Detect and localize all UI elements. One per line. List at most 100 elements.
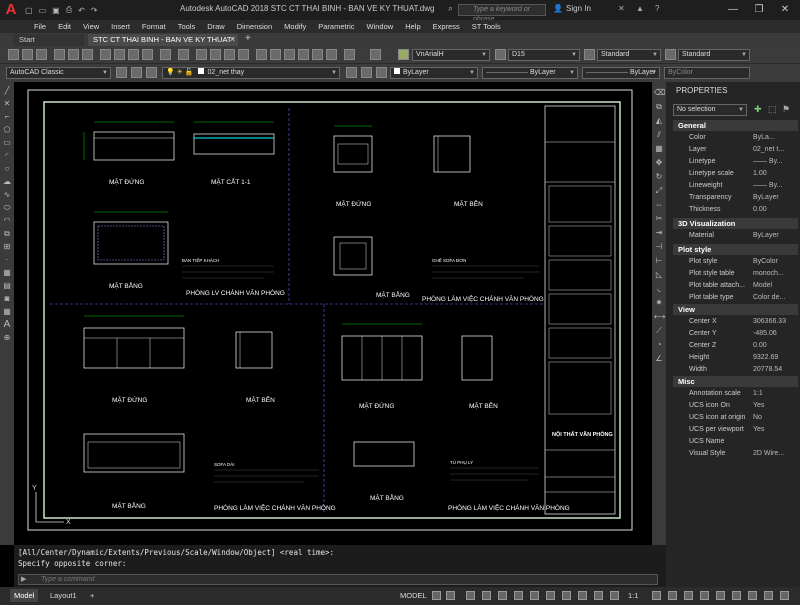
prop-row[interactable]: Plot style ByColor bbox=[673, 256, 798, 267]
object-snap-tracking-icon[interactable] bbox=[514, 591, 523, 600]
lineweight-combo[interactable]: —————— ByLayer ▼ bbox=[582, 67, 660, 79]
polyline-icon[interactable]: ⌐ bbox=[2, 112, 12, 122]
auto-scale-icon[interactable] bbox=[610, 591, 619, 600]
prop-row[interactable]: Center X 306366.33 bbox=[673, 316, 798, 327]
point-icon[interactable]: · bbox=[2, 255, 12, 265]
dim-linear-icon[interactable]: ⟷ bbox=[654, 312, 665, 322]
extend-icon[interactable]: ⇥ bbox=[654, 228, 664, 238]
sheetset-icon[interactable] bbox=[298, 49, 309, 60]
command-input[interactable]: ▶ Type a command bbox=[18, 574, 658, 585]
menu-file[interactable]: File bbox=[34, 22, 46, 31]
prop-row[interactable]: Plot table type Color de... bbox=[673, 292, 798, 303]
qnew-icon[interactable] bbox=[8, 49, 19, 60]
quick-properties-icon[interactable] bbox=[700, 591, 709, 600]
text-style-manager-icon[interactable] bbox=[398, 49, 409, 60]
prop-row[interactable]: Center Z 0.00 bbox=[673, 340, 798, 351]
grid-icon[interactable] bbox=[432, 591, 441, 600]
undo-icon[interactable] bbox=[160, 49, 171, 60]
annotation-monitor-icon[interactable] bbox=[668, 591, 677, 600]
dim-style-combo[interactable]: D15 ▼ bbox=[508, 49, 580, 61]
tab-model[interactable]: Model bbox=[10, 589, 39, 602]
text-style-icon[interactable] bbox=[370, 49, 381, 60]
ortho-icon[interactable] bbox=[466, 591, 475, 600]
prop-row[interactable]: UCS icon at origin No bbox=[673, 412, 798, 423]
plot-style-section[interactable]: Plot style bbox=[673, 244, 798, 255]
pan-icon[interactable] bbox=[196, 49, 207, 60]
insert-block-icon[interactable]: ⧉ bbox=[2, 229, 12, 239]
autocad-logo-icon[interactable]: A bbox=[0, 0, 22, 20]
ellipse-arc-icon[interactable]: ◠ bbox=[2, 216, 12, 226]
copy-icon[interactable] bbox=[114, 49, 125, 60]
prop-row[interactable]: Lineweight —— By... bbox=[673, 180, 798, 191]
layer-state-icon[interactable] bbox=[146, 67, 157, 78]
arc-icon[interactable]: ◜ bbox=[2, 151, 12, 161]
prop-row[interactable]: Linetype scale 1.00 bbox=[673, 168, 798, 179]
maximize-button[interactable]: ❐ bbox=[748, 0, 770, 20]
prop-row[interactable]: Height 9322.69 bbox=[673, 352, 798, 363]
annotation-visibility-icon[interactable] bbox=[594, 591, 603, 600]
linetype-combo[interactable]: —————— ByLayer ▼ bbox=[482, 67, 578, 79]
prop-row[interactable]: Color ByLa... bbox=[673, 132, 798, 143]
prop-row[interactable]: Transparency ByLayer bbox=[673, 192, 798, 203]
multileader-style-combo[interactable]: Standard ▼ bbox=[678, 49, 750, 61]
prop-row[interactable]: Thickness 0.00 bbox=[673, 204, 798, 215]
erase-icon[interactable]: ⌫ bbox=[654, 88, 665, 98]
spline-icon[interactable]: ∿ bbox=[2, 190, 12, 200]
preview-icon[interactable] bbox=[68, 49, 79, 60]
clean-screen-icon[interactable] bbox=[764, 591, 773, 600]
drawing-canvas[interactable]: NỘI THẤT VĂN PHÒNG MẶT ĐỨNG MẶT CẮT 1-1 … bbox=[14, 82, 652, 545]
paste-icon[interactable] bbox=[128, 49, 139, 60]
add-selected-icon[interactable]: ⊕ bbox=[2, 333, 12, 343]
copy-object-icon[interactable]: ⧉ bbox=[654, 102, 664, 112]
layer-iso-icon[interactable] bbox=[376, 67, 387, 78]
join-icon[interactable]: ⊢ bbox=[654, 256, 664, 266]
prop-row[interactable]: Plot table attach... Model bbox=[673, 280, 798, 291]
prop-row[interactable]: Linetype —— By... bbox=[673, 156, 798, 167]
new-icon[interactable]: ▢ bbox=[25, 6, 33, 15]
prop-row[interactable]: UCS icon On Yes bbox=[673, 400, 798, 411]
stretch-icon[interactable]: ⇔ bbox=[654, 200, 664, 210]
line-icon[interactable]: ╱ bbox=[2, 86, 12, 96]
move-icon[interactable]: ✥ bbox=[654, 158, 664, 168]
prop-row[interactable]: Width 20778.54 bbox=[673, 364, 798, 375]
annotation-scale[interactable]: 1:1 bbox=[624, 589, 642, 602]
menu-help[interactable]: Help bbox=[405, 22, 420, 31]
zoom-realtime-icon[interactable] bbox=[210, 49, 221, 60]
rotate-icon[interactable]: ↻ bbox=[654, 172, 664, 182]
designcenter-icon[interactable] bbox=[270, 49, 281, 60]
isodraft-icon[interactable] bbox=[498, 591, 507, 600]
multileader-style-icon[interactable] bbox=[665, 49, 676, 60]
toggle-pickadd-icon[interactable]: ✚ bbox=[754, 104, 762, 115]
color-combo[interactable]: ByLayer ▼ bbox=[390, 67, 478, 79]
dim-style-icon[interactable] bbox=[495, 49, 506, 60]
prop-row[interactable]: UCS per viewport Yes bbox=[673, 424, 798, 435]
customization-icon[interactable] bbox=[780, 591, 789, 600]
menu-window[interactable]: Window bbox=[367, 22, 394, 31]
workspace-settings-icon[interactable] bbox=[116, 67, 127, 78]
menu-tools[interactable]: Tools bbox=[178, 22, 196, 31]
quick-select-icon[interactable]: ⚑ bbox=[782, 104, 790, 115]
sign-in-link[interactable]: Sign In bbox=[566, 4, 591, 13]
lineweight-icon[interactable] bbox=[546, 591, 555, 600]
search-icon[interactable]: ⌕ bbox=[448, 3, 453, 14]
isolate-objects-icon[interactable] bbox=[732, 591, 741, 600]
table-style-icon[interactable] bbox=[584, 49, 595, 60]
menu-modify[interactable]: Modify bbox=[284, 22, 306, 31]
layer-properties-icon[interactable] bbox=[131, 67, 142, 78]
ellipse-icon[interactable]: ⬭ bbox=[2, 203, 12, 213]
3d-visualization-section[interactable]: 3D Visualization bbox=[673, 218, 798, 229]
region-icon[interactable]: ◙ bbox=[2, 294, 12, 304]
tab-layout1[interactable]: Layout1 bbox=[46, 589, 81, 602]
redo-icon[interactable] bbox=[178, 49, 189, 60]
close-button[interactable]: ✕ bbox=[774, 0, 796, 20]
user-icon[interactable]: 👤 bbox=[553, 4, 563, 13]
dim-radius-icon[interactable]: ◔ bbox=[654, 340, 664, 350]
selection-cycling-icon[interactable] bbox=[578, 591, 587, 600]
make-block-icon[interactable]: ⊞ bbox=[2, 242, 12, 252]
revcloud-icon[interactable]: ☁ bbox=[2, 177, 12, 187]
selection-combo[interactable]: No selection ▼ bbox=[673, 104, 747, 116]
dim-angular-icon[interactable]: ∠ bbox=[654, 354, 664, 364]
scale-icon[interactable]: ⤢ bbox=[654, 186, 664, 196]
gradient-icon[interactable]: ▤ bbox=[2, 281, 12, 291]
menu-parametric[interactable]: Parametric bbox=[318, 22, 354, 31]
